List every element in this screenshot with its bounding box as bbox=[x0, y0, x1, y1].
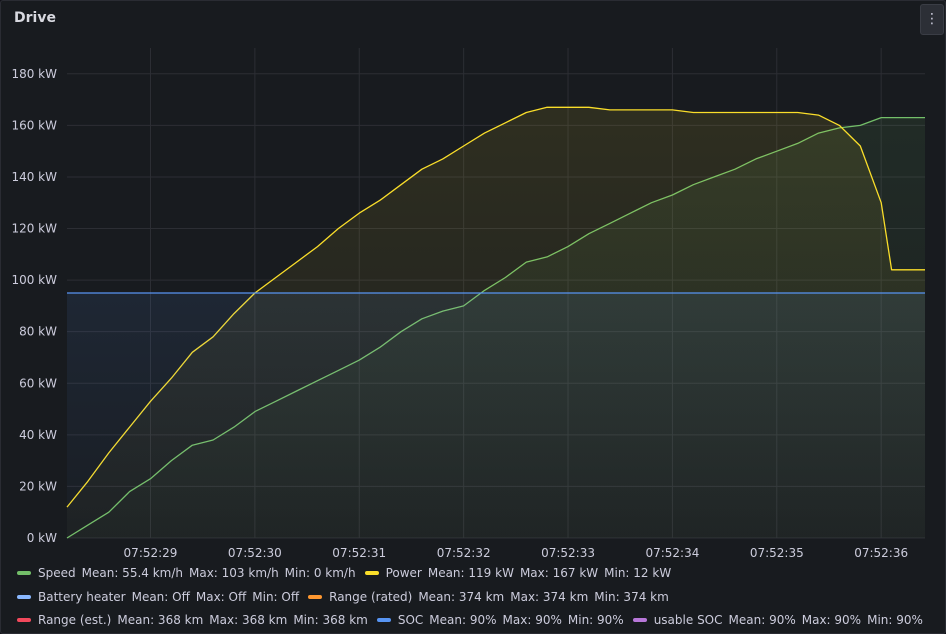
legend-stat: Max: 368 km bbox=[209, 613, 288, 627]
y-tick-label: 120 kW bbox=[11, 222, 57, 236]
legend-item-range-rated-[interactable]: Range (rated) Mean: 374 km Max: 374 km Min:… bbox=[308, 590, 669, 604]
x-tick-label: 07:52:35 bbox=[750, 546, 804, 560]
legend-item-battery-heater[interactable]: Battery heater Mean: Off Max: Off Min: Off bbox=[17, 590, 299, 604]
legend-label: Speed bbox=[38, 566, 76, 580]
legend-item-power[interactable]: Power Mean: 119 kW Max: 167 kW Min: 12 kW bbox=[364, 566, 672, 580]
legend-swatch bbox=[17, 570, 31, 575]
series-area-soc bbox=[67, 293, 925, 538]
legend-item-range-est-[interactable]: Range (est.) Mean: 368 km Max: 368 km Min: … bbox=[17, 613, 368, 627]
legend-stat: Max: 374 km bbox=[510, 590, 589, 604]
legend-stat: Max: 167 kW bbox=[519, 566, 599, 580]
legend-stat: Max: 90% bbox=[801, 613, 862, 627]
legend-label: Battery heater bbox=[38, 590, 126, 604]
legend-swatch bbox=[376, 617, 391, 622]
legend-item-usable-soc[interactable]: usable SOC Mean: 90% Max: 90% Min: 90% bbox=[632, 613, 923, 627]
legend-label: usable SOC bbox=[653, 613, 723, 627]
legend-stat: Mean: 368 km bbox=[117, 613, 204, 627]
legend-stat: Max: 90% bbox=[502, 613, 562, 627]
y-tick-label: 40 kW bbox=[19, 428, 57, 442]
y-tick-label: 180 kW bbox=[11, 67, 57, 81]
y-tick-label: 20 kW bbox=[19, 479, 57, 493]
legend-swatch bbox=[17, 617, 31, 622]
x-tick-label: 07:52:31 bbox=[332, 546, 386, 560]
legend-stat: Mean: 55.4 km/h bbox=[81, 566, 183, 580]
x-tick-label: 07:52:29 bbox=[124, 546, 178, 560]
legend-row: Speed Mean: 55.4 km/h Max: 103 km/h Min: 0 … bbox=[17, 566, 680, 580]
legend-row: Range (est.) Mean: 368 km Max: 368 km Min: … bbox=[17, 613, 932, 627]
x-tick-label: 07:52:34 bbox=[645, 546, 699, 560]
legend-stat: Min: 0 km/h bbox=[284, 566, 356, 580]
legend-stat: Mean: 90% bbox=[429, 613, 497, 627]
legend-stat: Max: 103 km/h bbox=[189, 566, 279, 580]
legend-swatch bbox=[632, 617, 647, 622]
legend-stat: Min: 368 km bbox=[293, 613, 368, 627]
legend-label: Power bbox=[385, 566, 422, 580]
legend-stat: Max: Off bbox=[195, 590, 247, 604]
legend-stat: Min: 12 kW bbox=[604, 566, 672, 580]
legend-label: Range (est.) bbox=[38, 613, 112, 627]
legend-label: SOC bbox=[397, 613, 424, 627]
y-tick-label: 140 kW bbox=[11, 170, 57, 184]
legend-stat: Mean: 119 kW bbox=[427, 566, 514, 580]
legend-swatch bbox=[17, 594, 31, 599]
y-tick-label: 160 kW bbox=[11, 118, 57, 132]
drive-chart: 0 kW 20 kW 40 kW 60 kW 80 kW 100 kW 120 kW 140 … bbox=[11, 48, 925, 560]
y-tick-label: 100 kW bbox=[11, 273, 57, 287]
x-tick-label: 07:52:36 bbox=[854, 546, 908, 560]
legend-row: Battery heater Mean: Off Max: Off Min: Off R… bbox=[17, 590, 678, 604]
x-tick-label: 07:52:30 bbox=[228, 546, 282, 560]
legend-stat: Min: 374 km bbox=[594, 590, 669, 604]
legend-label: Range (rated) bbox=[329, 590, 413, 604]
legend-item-speed[interactable]: Speed Mean: 55.4 km/h Max: 103 km/h Min: 0 … bbox=[17, 566, 356, 580]
y-tick-label: 60 kW bbox=[19, 376, 57, 390]
legend-item-soc[interactable]: SOC Mean: 90% Max: 90% Min: 90% bbox=[376, 613, 624, 627]
y-tick-label: 0 kW bbox=[27, 531, 57, 545]
legend-stat: Mean: Off bbox=[131, 590, 190, 604]
legend-stat: Mean: 90% bbox=[728, 613, 796, 627]
legend-stat: Mean: 374 km bbox=[418, 590, 505, 604]
legend-stat: Min: 90% bbox=[867, 613, 923, 627]
legend-swatch bbox=[364, 570, 379, 575]
y-tick-label: 80 kW bbox=[19, 325, 57, 339]
x-tick-label: 07:52:33 bbox=[541, 546, 595, 560]
legend-stat: Min: Off bbox=[252, 590, 300, 604]
legend-swatch bbox=[308, 594, 323, 599]
x-tick-label: 07:52:32 bbox=[437, 546, 491, 560]
legend-stat: Min: 90% bbox=[567, 613, 624, 627]
